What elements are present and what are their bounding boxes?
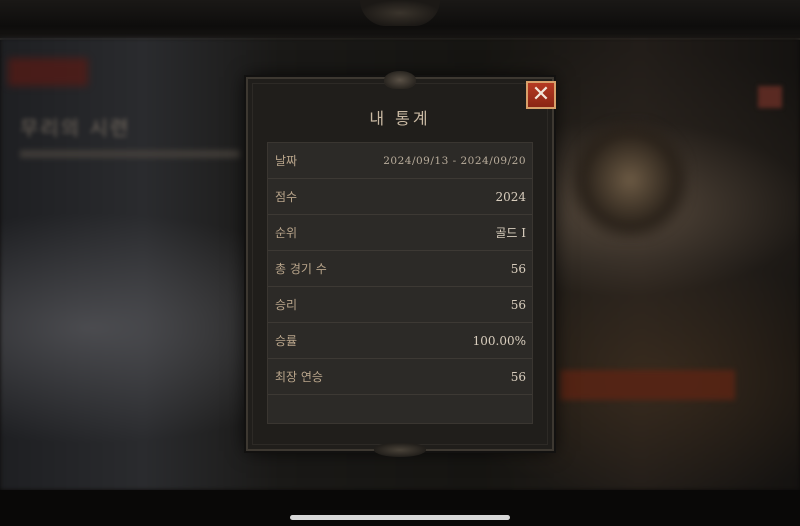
background-emblem bbox=[570, 120, 690, 240]
stat-label: 날짜 bbox=[275, 154, 298, 168]
stat-row-win-rate: 승률 100.00% bbox=[268, 323, 532, 359]
top-ornament bbox=[360, 0, 440, 26]
stat-label: 점수 bbox=[275, 190, 298, 204]
close-icon: ✕ bbox=[531, 82, 551, 107]
stat-label: 최장 연승 bbox=[275, 370, 323, 384]
stat-label: 승리 bbox=[275, 298, 298, 312]
top-frame bbox=[0, 0, 800, 40]
dialog-top-ornament bbox=[384, 71, 416, 89]
stat-row-score: 점수 2024 bbox=[268, 179, 532, 215]
stat-label: 총 경기 수 bbox=[275, 262, 327, 276]
dialog-title: 내 통계 bbox=[369, 109, 431, 128]
stat-row-wins: 승리 56 bbox=[268, 287, 532, 323]
stat-value: 56 bbox=[510, 261, 526, 276]
stat-value: 골드 I bbox=[495, 226, 526, 240]
stat-label: 승률 bbox=[275, 334, 298, 348]
background-badge bbox=[8, 58, 88, 86]
game-screen: 무리의 시련 내 통계 ✕ 날짜 2024/09/13 - 2024/09/20… bbox=[0, 0, 800, 526]
background-close-icon bbox=[758, 86, 782, 108]
close-button[interactable]: ✕ bbox=[526, 81, 556, 109]
background-button bbox=[560, 370, 735, 400]
stat-row-longest-streak: 최장 연승 56 bbox=[268, 359, 532, 395]
bottom-bar bbox=[0, 490, 800, 526]
stat-value: 100.00% bbox=[472, 333, 526, 348]
stat-value: 56 bbox=[510, 297, 526, 312]
stat-row-rank: 순위 골드 I bbox=[268, 215, 532, 251]
background-subtitle bbox=[20, 150, 240, 158]
home-indicator[interactable] bbox=[290, 515, 510, 520]
stat-row-total-matches: 총 경기 수 56 bbox=[268, 251, 532, 287]
stats-dialog: 내 통계 ✕ 날짜 2024/09/13 - 2024/09/20 점수 202… bbox=[246, 71, 556, 457]
stat-value: 56 bbox=[510, 369, 526, 384]
dialog-bottom-ornament bbox=[374, 443, 426, 457]
background-title: 무리의 시련 bbox=[20, 116, 131, 140]
stat-value: 2024 bbox=[495, 189, 526, 204]
stat-row-date: 날짜 2024/09/13 - 2024/09/20 bbox=[268, 143, 532, 179]
stat-value: 2024/09/13 - 2024/09/20 bbox=[383, 154, 526, 167]
stat-label: 순위 bbox=[275, 226, 298, 240]
stats-panel: 날짜 2024/09/13 - 2024/09/20 점수 2024 순위 골드… bbox=[267, 142, 533, 424]
